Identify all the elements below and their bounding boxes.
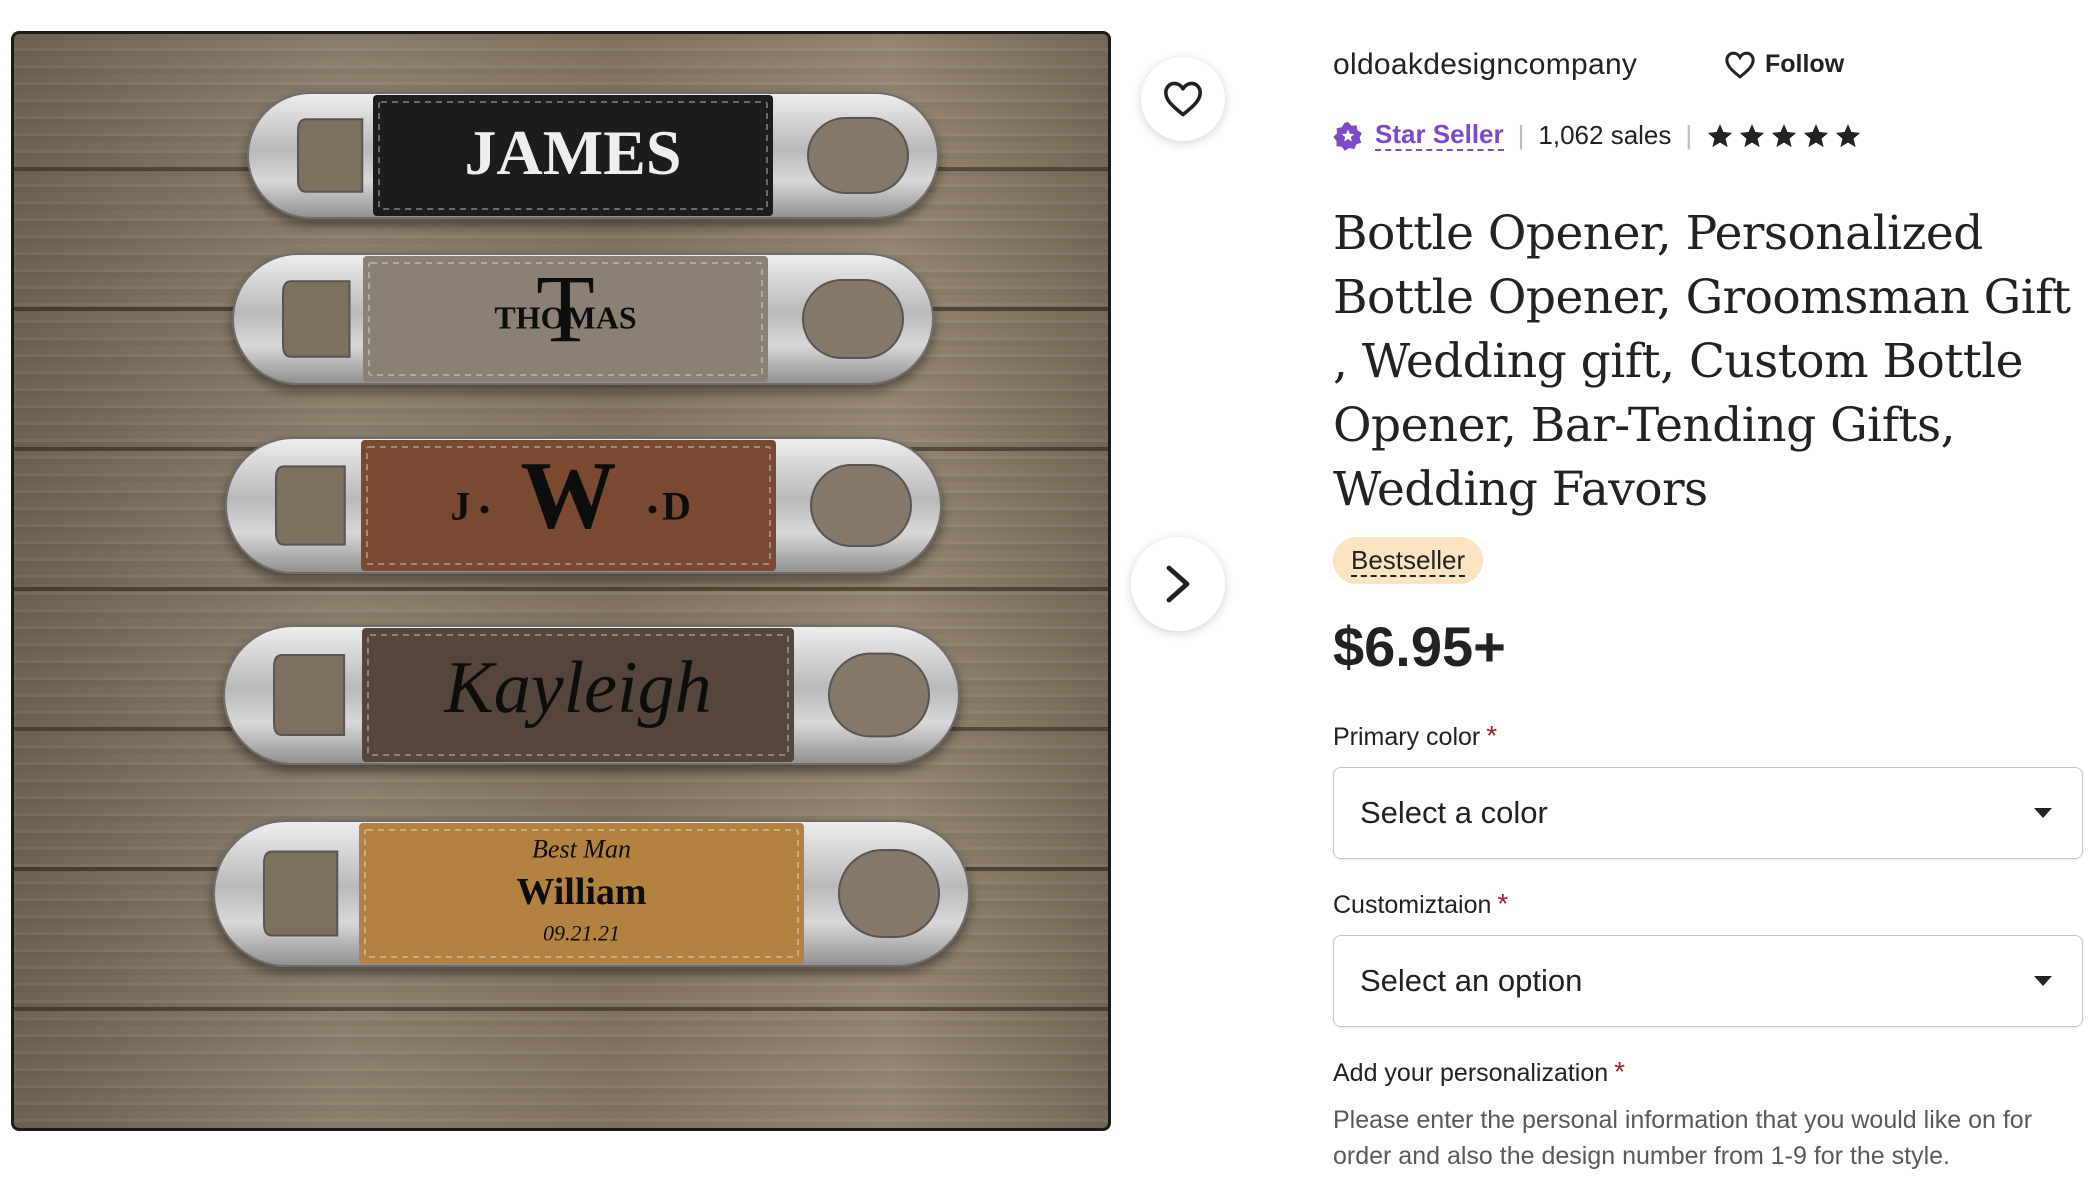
chevron-right-icon bbox=[1166, 565, 1190, 603]
product-image[interactable]: JAMES T THOMAS J W D Kayleigh Best Man William 09… bbox=[11, 31, 1111, 1131]
heart-icon bbox=[1164, 81, 1202, 117]
engraving-text: W bbox=[521, 442, 617, 549]
opener-ring-hole bbox=[802, 279, 904, 359]
shop-meta-row: Star Seller | 1,062 sales | bbox=[1333, 120, 1862, 151]
primary-color-select[interactable]: Select a color bbox=[1333, 767, 2083, 859]
opener-ring-hole bbox=[810, 464, 912, 547]
engraving-text: JAMES bbox=[465, 117, 682, 188]
opener-ring-hole bbox=[807, 117, 909, 194]
product-title: Bottle Opener, Personalized Bottle Opene… bbox=[1333, 206, 2071, 517]
engraving-text: Best Man bbox=[532, 834, 631, 863]
personalization-help-text: Please enter the personal information th… bbox=[1333, 1106, 2033, 1170]
engraving-text: D bbox=[662, 484, 691, 529]
star-seller-link[interactable]: Star Seller bbox=[1375, 120, 1504, 151]
shop-name-link[interactable]: oldoakdesigncompany bbox=[1333, 48, 1637, 82]
bestseller-label: Bestseller bbox=[1351, 545, 1466, 577]
personalization-label-text: Add your personalization bbox=[1333, 1059, 1609, 1087]
follow-button[interactable]: Follow bbox=[1725, 50, 1844, 79]
required-mark: * bbox=[1614, 1056, 1626, 1087]
bottle-opener: J WD bbox=[225, 437, 942, 574]
bestseller-badge[interactable]: Bestseller bbox=[1333, 537, 1484, 584]
divider: | bbox=[1517, 120, 1525, 150]
star-icon bbox=[1836, 123, 1861, 147]
engraving-text: J bbox=[451, 484, 471, 529]
star-icon bbox=[1708, 123, 1733, 147]
next-image-button[interactable] bbox=[1131, 537, 1225, 631]
favorite-button[interactable] bbox=[1141, 57, 1225, 141]
sales-count: 1,062 sales bbox=[1538, 120, 1672, 150]
customization-label-text: Customiztaion bbox=[1333, 891, 1492, 919]
caret-down-icon bbox=[2034, 808, 2052, 818]
primary-color-label: Primary color * bbox=[1333, 720, 1497, 752]
bottle-opener: Best Man William 09.21.21 bbox=[213, 820, 970, 967]
opener-cap-slot bbox=[273, 653, 346, 737]
customization-select[interactable]: Select an option bbox=[1333, 935, 2083, 1027]
primary-color-value: Select a color bbox=[1360, 795, 1548, 830]
heart-icon bbox=[1725, 51, 1755, 79]
engraving-text: THOMAS bbox=[494, 299, 636, 335]
rating-stars[interactable] bbox=[1706, 122, 1862, 150]
star-icon bbox=[1804, 123, 1829, 147]
bottle-opener: TTHOMAS bbox=[232, 253, 934, 385]
customization-label: Customiztaion * bbox=[1333, 888, 1508, 920]
opener-cap-slot bbox=[282, 280, 351, 358]
engraving-text: 09.21.21 bbox=[543, 921, 620, 946]
engraving-dot bbox=[648, 505, 657, 514]
customization-value: Select an option bbox=[1360, 963, 1583, 998]
opener-ring-hole bbox=[838, 849, 940, 938]
star-icon bbox=[1740, 123, 1765, 147]
follow-label: Follow bbox=[1765, 50, 1845, 78]
opener-ring-hole bbox=[828, 652, 930, 738]
star-icon bbox=[1772, 123, 1797, 147]
required-mark: * bbox=[1497, 888, 1509, 919]
opener-cap-slot bbox=[275, 465, 346, 546]
engraving-dot bbox=[480, 505, 489, 514]
opener-cap-slot bbox=[263, 850, 339, 937]
primary-color-label-text: Primary color bbox=[1333, 723, 1481, 751]
bottle-opener: JAMES bbox=[247, 92, 939, 219]
shop-row: oldoakdesigncompany bbox=[1333, 48, 1637, 82]
required-mark: * bbox=[1486, 720, 1498, 751]
caret-down-icon bbox=[2034, 976, 2052, 986]
divider: | bbox=[1685, 120, 1693, 150]
star-seller-icon bbox=[1333, 121, 1362, 151]
engraving-text: Kayleigh bbox=[443, 647, 711, 729]
bottle-openers-illustration: JAMES TTHOMAS J W D Kayleigh Best Man William 09… bbox=[213, 92, 970, 967]
engraving-text: William bbox=[516, 871, 646, 913]
bottle-opener: Kayleigh bbox=[223, 625, 960, 765]
opener-cap-slot bbox=[297, 118, 364, 193]
personalization-label: Add your personalization * bbox=[1333, 1056, 1625, 1088]
product-price: $6.95+ bbox=[1333, 615, 1506, 678]
